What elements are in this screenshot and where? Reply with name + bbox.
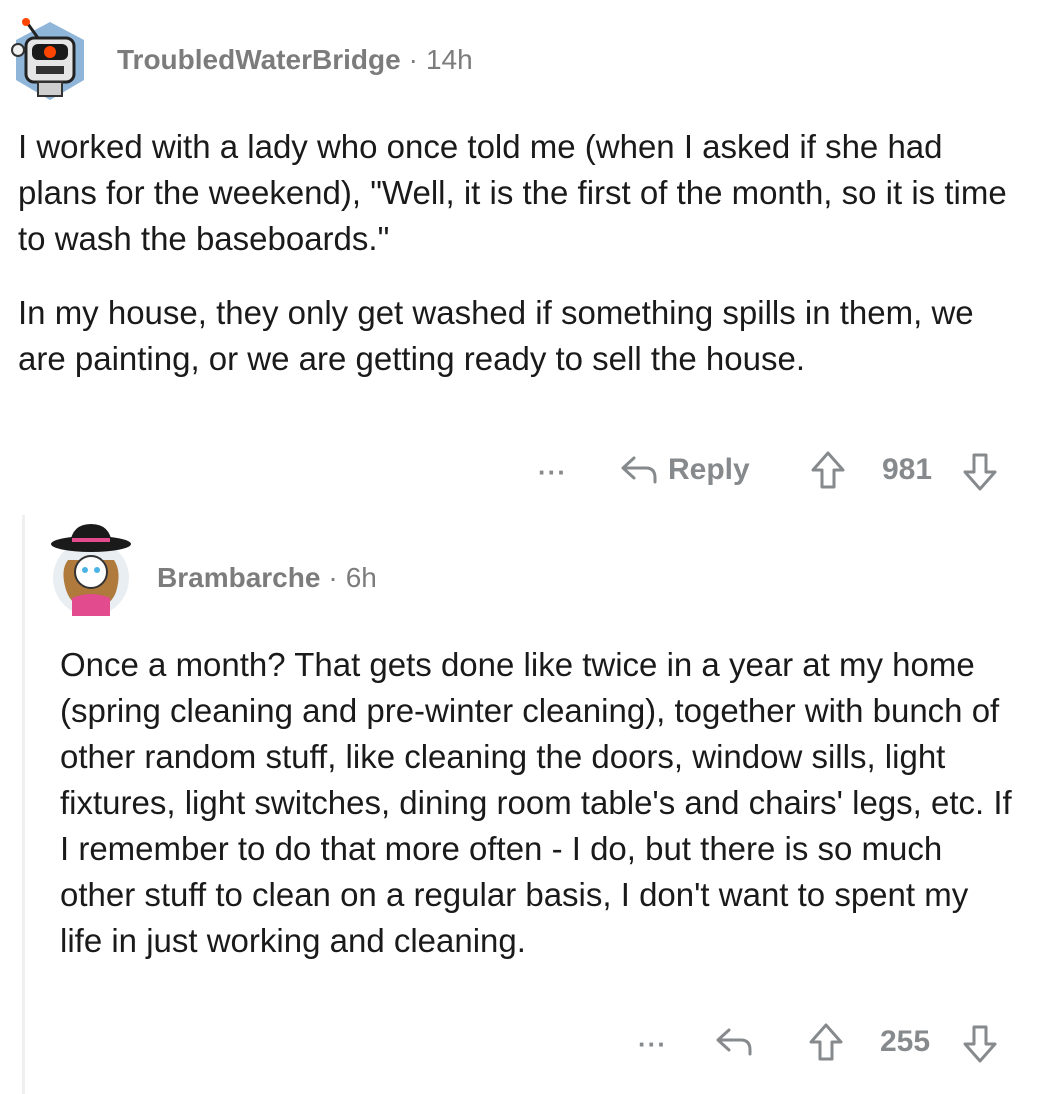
comment-age: 14h [425,44,473,75]
score-value: 981 [882,453,933,486]
score-value: 255 [880,1025,931,1058]
more-icon: ··· [638,1028,667,1059]
downvote-button[interactable] [962,448,998,496]
upvote-button[interactable] [808,1018,844,1066]
more-icon: ··· [538,456,567,487]
reply-arrow-icon [715,1026,753,1058]
downvote-arrow-icon [962,1024,998,1064]
comment-age: 6h [345,562,377,593]
meta-separator: · [408,44,418,75]
downvote-arrow-icon [962,452,998,492]
vote-score: 981 [882,448,932,492]
comment-meta: Brambarche · 6h [157,562,377,594]
upvote-button[interactable] [810,446,846,494]
downvote-button[interactable] [962,1020,998,1068]
comment-meta: TroubledWaterBridge · 14h [117,44,473,76]
upvote-arrow-icon [810,450,846,490]
comment-paragraph: Once a month? That gets done like twice … [60,646,1012,959]
comment-body: Once a month? That gets done like twice … [60,642,1015,964]
upvote-arrow-icon [808,1022,844,1062]
comment-body: I worked with a lady who once told me (w… [18,124,1008,382]
robot-avatar-icon[interactable] [10,14,90,102]
cowboy-hat-avatar-icon[interactable] [48,520,134,620]
comment-paragraph: I worked with a lady who once told me (w… [18,128,1007,257]
vote-score: 255 [880,1020,930,1064]
reply-button[interactable] [715,1020,753,1064]
more-options-button[interactable]: ··· [638,1022,667,1066]
more-options-button[interactable]: ··· [538,450,567,494]
reply-label: Reply [668,453,750,486]
meta-separator: · [328,562,338,593]
thread-line[interactable] [22,515,25,1094]
reply-button[interactable]: Reply [620,448,750,492]
comment-paragraph: In my house, they only get washed if som… [18,294,974,377]
username-link[interactable]: Brambarche [157,562,320,593]
reply-arrow-icon [620,454,658,486]
username-link[interactable]: TroubledWaterBridge [117,44,401,75]
